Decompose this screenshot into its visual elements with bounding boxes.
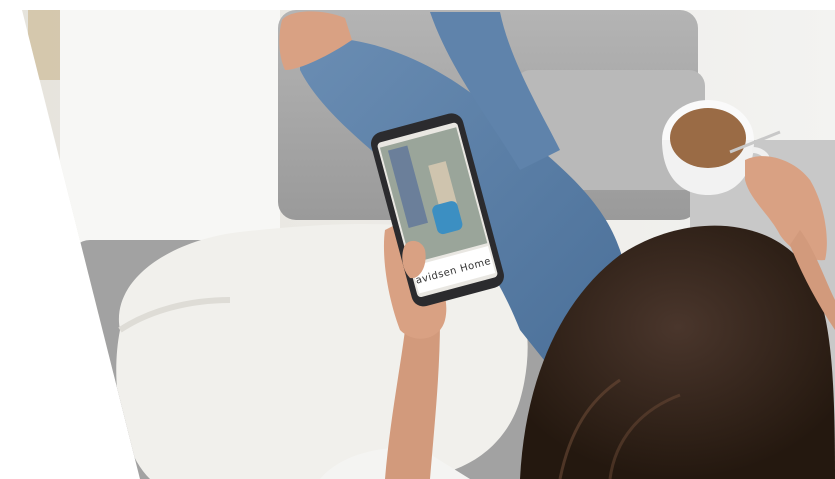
window-light (60, 10, 280, 250)
photo-illustration: avidsen Home (22, 10, 835, 479)
lifestyle-photo: avidsen Home (0, 0, 835, 479)
doorframe (28, 10, 62, 80)
